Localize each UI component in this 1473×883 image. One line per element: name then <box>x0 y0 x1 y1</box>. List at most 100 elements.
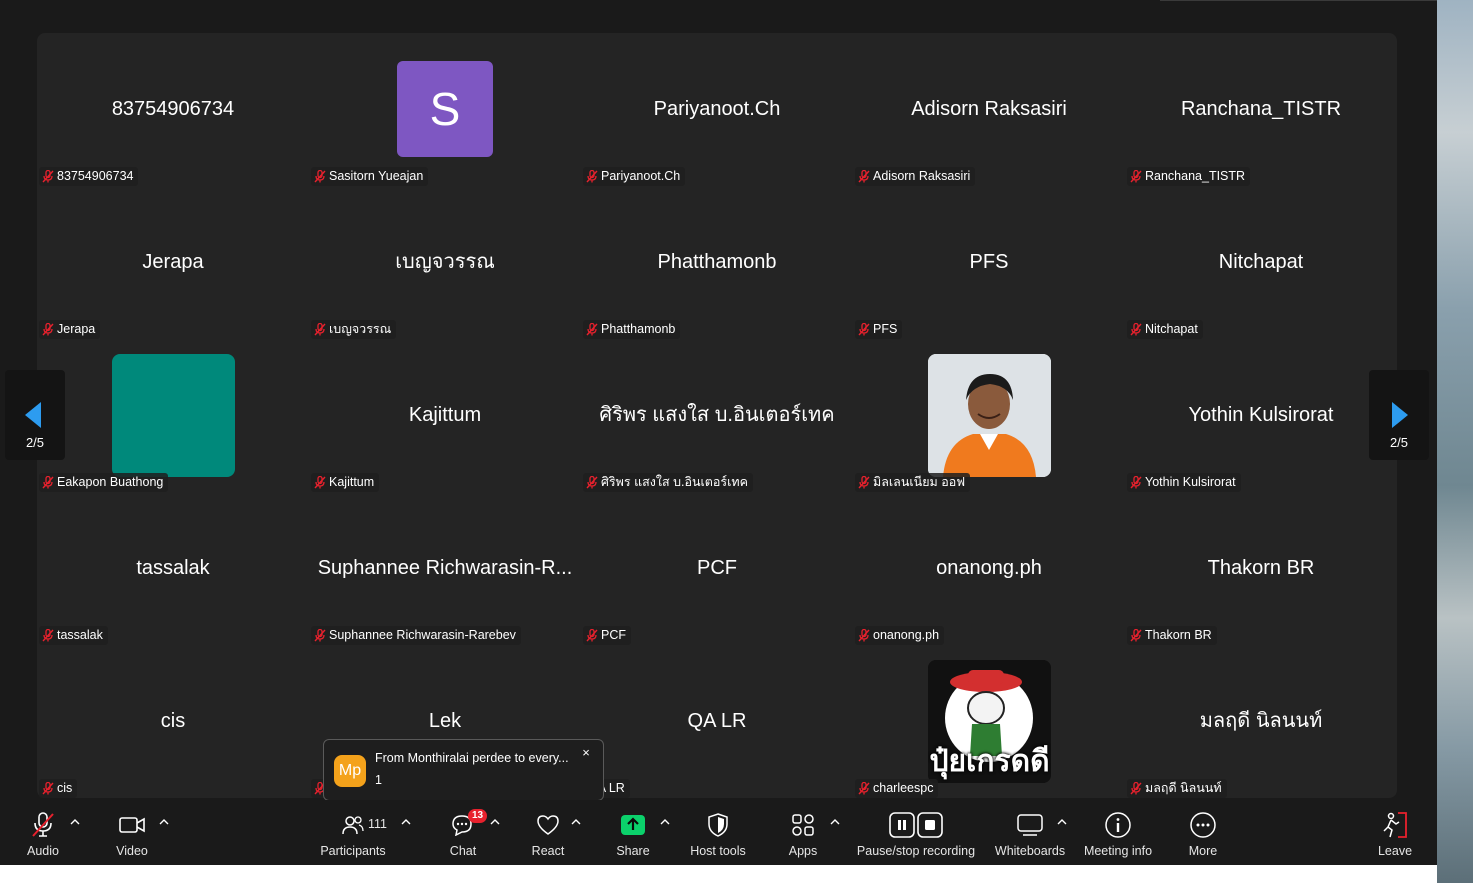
video-tile[interactable]: QA LR QA LR <box>581 645 853 798</box>
label-text: Phatthamonb <box>601 322 676 336</box>
mic-muted-icon <box>1130 476 1142 489</box>
chevron-up-icon[interactable] <box>660 818 670 826</box>
react-button[interactable]: React <box>524 800 572 865</box>
next-page-button[interactable]: 2/5 <box>1369 370 1429 460</box>
participant-label: Thakorn BR <box>1127 626 1217 645</box>
participant-label: Pariyanoot.Ch <box>583 167 686 186</box>
video-tile[interactable]: tassalak tassalak <box>37 492 309 645</box>
video-tile[interactable]: ศิริพร แสงใส บ.อินเตอร์เทค ศิริพร แสงใส … <box>581 339 853 492</box>
participant-label: เบญจวรรณ <box>311 320 397 339</box>
participant-name: ศิริพร แสงใส บ.อินเตอร์เทค <box>599 404 835 426</box>
video-tile[interactable]: มลฤดี นิลนนท์ มลฤดี นิลนนท์ <box>1125 645 1397 798</box>
profile-photo <box>928 354 1051 477</box>
video-tile[interactable]: Phatthamonb Phatthamonb <box>581 186 853 339</box>
participant-label: Kajittum <box>311 473 380 492</box>
arrow-right-icon <box>1392 402 1408 428</box>
video-tile[interactable]: Adisorn Raksasiri Adisorn Raksasiri <box>853 33 1125 186</box>
chevron-up-icon[interactable] <box>401 818 411 826</box>
react-label: React <box>531 844 565 858</box>
page-indicator: 2/5 <box>1389 435 1409 450</box>
participant-name: 83754906734 <box>111 98 235 120</box>
label-text: Sasitorn Yueajan <box>329 169 424 183</box>
participant-name: tassalak <box>136 557 210 579</box>
participant-name: Lek <box>428 710 462 732</box>
share-button[interactable]: Share <box>610 800 656 865</box>
chevron-up-icon[interactable] <box>70 818 80 826</box>
host-tools-button[interactable]: Host tools <box>684 800 752 865</box>
apps-icon <box>792 814 814 836</box>
participants-count: 111 <box>368 817 388 831</box>
video-tile[interactable]: PCF PCF <box>581 492 853 645</box>
more-button[interactable]: More <box>1180 800 1226 865</box>
participant-name: Jerapa <box>142 251 204 273</box>
meeting-info-button[interactable]: Meeting info <box>1080 800 1156 865</box>
apps-button[interactable]: Apps <box>778 800 828 865</box>
leave-button[interactable]: Leave <box>1372 800 1418 865</box>
video-tile[interactable]: Kajittum Kajittum <box>309 339 581 492</box>
video-tile[interactable]: Jerapa Jerapa <box>37 186 309 339</box>
mic-muted-icon <box>586 170 598 183</box>
video-button[interactable]: Video <box>107 800 157 865</box>
participant-name: Nitchapat <box>1218 251 1304 273</box>
chevron-up-icon[interactable] <box>490 818 500 826</box>
participant-label: มลฤดี นิลนนท์ <box>1127 779 1227 798</box>
participant-label: Nitchapat <box>1127 320 1203 339</box>
video-tile[interactable]: onanong.ph onanong.ph <box>853 492 1125 645</box>
video-tile[interactable]: มิลเลนเนียม ออฟ <box>853 339 1125 492</box>
participant-name: Yothin Kulsirorat <box>1188 404 1334 426</box>
pause-stop-recording-button[interactable]: Pause/stop recording <box>852 800 980 865</box>
page-indicator: 2/5 <box>25 435 45 450</box>
label-text: tassalak <box>57 628 103 642</box>
participant-name: Phatthamonb <box>657 251 777 273</box>
video-tile[interactable]: PFS PFS <box>853 186 1125 339</box>
mic-muted-icon <box>314 323 326 336</box>
mic-muted-icon <box>858 782 870 795</box>
video-tile[interactable]: เบญจวรรณ เบญจวรรณ <box>309 186 581 339</box>
mic-muted-icon <box>314 629 326 642</box>
sender-avatar: Mp <box>334 755 366 787</box>
mic-muted-icon <box>42 476 54 489</box>
mic-muted-icon <box>858 170 870 183</box>
participant-name: cis <box>160 710 186 732</box>
zoom-meeting-window: 83754906734 83754906734 S Sasitorn Yueaj… <box>0 0 1437 865</box>
whiteboards-button[interactable]: Whiteboards <box>992 800 1068 865</box>
label-text: 83754906734 <box>57 169 134 183</box>
chevron-up-icon[interactable] <box>159 818 169 826</box>
video-tile[interactable]: Ranchana_TISTR Ranchana_TISTR <box>1125 33 1397 186</box>
chat-notification[interactable]: Mp From Monthiralai perdee to every... 1… <box>323 739 604 811</box>
video-tile[interactable]: cis cis <box>37 645 309 798</box>
label-text: cis <box>57 781 73 795</box>
video-tile[interactable]: Nitchapat Nitchapat <box>1125 186 1397 339</box>
video-tile[interactable]: Suphannee Richwarasin-R... Suphannee Ric… <box>309 492 581 645</box>
participant-name: Pariyanoot.Ch <box>653 98 781 120</box>
audio-button[interactable]: Audio <box>18 800 68 865</box>
pause-stop-icon <box>889 812 943 838</box>
video-tile[interactable]: Yothin Kulsirorat Yothin Kulsirorat <box>1125 339 1397 492</box>
host-tools-label: Host tools <box>690 844 746 858</box>
label-text: Pariyanoot.Ch <box>601 169 681 183</box>
chevron-up-icon[interactable] <box>1057 818 1067 826</box>
participant-name: Kajittum <box>408 404 482 426</box>
info-icon <box>1105 812 1131 838</box>
mic-muted-icon <box>42 323 54 336</box>
participants-button[interactable]: 111 Participants <box>312 800 394 865</box>
chat-button[interactable]: 13 Chat <box>440 800 488 865</box>
video-tile[interactable]: Thakorn BR Thakorn BR <box>1125 492 1397 645</box>
close-icon[interactable]: × <box>578 745 594 761</box>
logo-text: ปุ๋ยเกรดดี <box>929 745 1050 778</box>
whiteboard-icon <box>1017 814 1043 836</box>
video-tile[interactable]: S Sasitorn Yueajan <box>309 33 581 186</box>
video-tile[interactable]: Eakapon Buathong <box>37 339 309 492</box>
participant-label: PCF <box>583 626 631 645</box>
video-tile[interactable]: Pariyanoot.Ch Pariyanoot.Ch <box>581 33 853 186</box>
label-text: Nitchapat <box>1145 322 1198 336</box>
chevron-up-icon[interactable] <box>830 818 840 826</box>
chevron-up-icon[interactable] <box>571 818 581 826</box>
mic-muted-icon <box>1130 629 1142 642</box>
video-tile[interactable]: 83754906734 83754906734 <box>37 33 309 186</box>
participant-name: มลฤดี นิลนนท์ <box>1199 710 1323 732</box>
unread-badge: 13 <box>468 809 488 823</box>
person-photo-icon <box>928 354 1051 477</box>
previous-page-button[interactable]: 2/5 <box>5 370 65 460</box>
video-tile[interactable]: ปุ๋ยเกรดดี charleespc <box>853 645 1125 798</box>
